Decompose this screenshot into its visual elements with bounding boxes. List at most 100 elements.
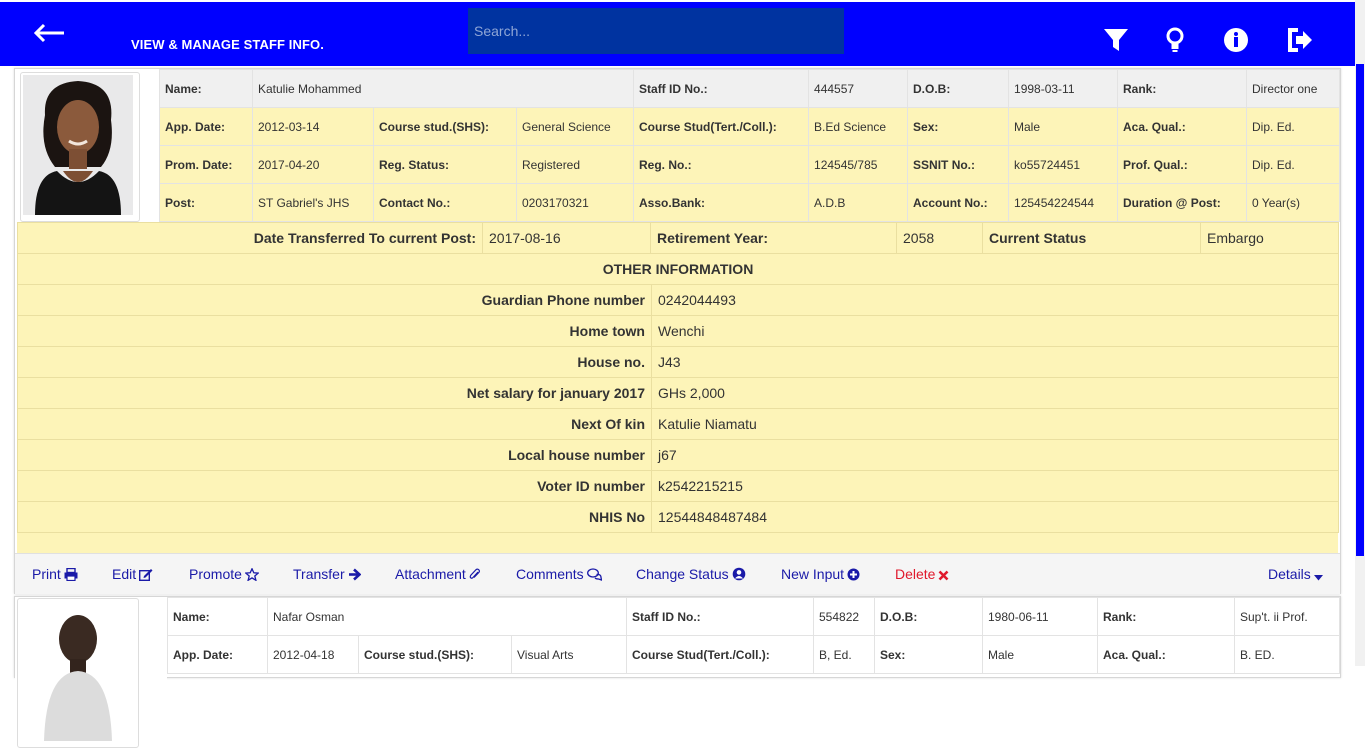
other-info-value: 12544848487484 [651,501,1339,533]
course-tert-value: B.Ed Science [808,107,909,146]
transfer-label: Transfer [293,566,345,582]
duration-value: 0 Year(s) [1246,183,1341,222]
prof-qual-label: Prof. Qual.: [1117,145,1248,184]
contact-label: Contact No.: [373,183,517,222]
other-info-value: Wenchi [651,315,1339,347]
page-title: VIEW & MANAGE STAFF INFO. [131,37,324,52]
other-info-row: Home town Wenchi [17,315,1339,347]
staff-id-label: Staff ID No.: [633,69,810,108]
other-info-row: House no. J43 [17,346,1339,378]
other-info-value: Katulie Niamatu [651,408,1339,440]
course-shs-label: Course stud.(SHS): [358,635,512,674]
sex-label: Sex: [874,635,983,674]
reg-status-value: Registered [515,145,635,184]
info-icon[interactable] [1222,26,1250,54]
logout-icon[interactable] [1286,26,1314,54]
rank-value: Director one [1246,69,1341,108]
other-info-label: Next Of kin [17,408,652,440]
edit-button[interactable]: Edit [112,566,153,582]
filter-icon[interactable] [1102,26,1130,54]
app-date-value: 2012-03-14 [252,107,374,146]
plus-circle-icon [847,568,860,581]
spacer [17,533,1338,553]
aca-qual-label: Aca. Qual.: [1117,107,1248,146]
retirement-value: 2058 [896,222,983,254]
name-label: Name: [159,69,253,108]
change-status-button[interactable]: Change Status [636,566,746,582]
name-value: Nafar Osman [267,597,627,636]
staff-details-table: Name: Katulie Mohammed Staff ID No.: 444… [159,69,1341,222]
transfer-button[interactable]: Transfer [293,566,362,582]
other-info-row: Voter ID number k2542215215 [17,470,1339,502]
details-row: Name: Nafar Osman Staff ID No.: 554822 D… [167,597,1340,636]
search-input[interactable] [468,8,844,54]
attachment-button[interactable]: Attachment [395,566,481,582]
duration-label: Duration @ Post: [1117,183,1248,222]
reg-no-value: 124545/785 [808,145,909,184]
delete-button[interactable]: Delete [895,566,949,582]
sex-label: Sex: [907,107,1010,146]
promote-button[interactable]: Promote [189,566,260,582]
staff-photo-image [20,601,132,741]
other-info-value: j67 [651,439,1339,471]
current-status-value: Embargo [1200,222,1339,254]
staff-photo[interactable] [17,598,139,748]
new-input-button[interactable]: New Input [781,566,860,582]
caret-down-icon [1313,575,1323,581]
app-header: VIEW & MANAGE STAFF INFO. [0,2,1355,66]
rank-label: Rank: [1097,597,1235,636]
sex-value: Male [982,635,1098,674]
print-label: Print [32,566,61,582]
app-date-value: 2012-04-18 [267,635,359,674]
ssnit-value: ko55724451 [1008,145,1119,184]
bank-value: A.D.B [808,183,909,222]
delete-label: Delete [895,566,936,582]
other-info-table: OTHER INFORMATION Guardian Phone number … [17,253,1339,533]
other-info-value: k2542215215 [651,470,1339,502]
other-info-value: GHs 2,000 [651,377,1339,409]
staff-id-label: Staff ID No.: [626,597,814,636]
details-dropdown[interactable]: Details [1268,566,1323,582]
other-info-row: Local house number j67 [17,439,1339,471]
user-circle-icon [732,567,745,581]
staff-details-table: Name: Nafar Osman Staff ID No.: 554822 D… [167,597,1340,674]
course-tert-value: B, Ed. [813,635,875,674]
comments-label: Comments [516,566,584,582]
account-value: 125454224544 [1008,183,1119,222]
details-row: App. Date: 2012-04-18 Course stud.(SHS):… [167,635,1340,674]
edit-icon [139,569,153,582]
scrollbar-thumb[interactable] [1356,64,1364,556]
edit-label: Edit [112,566,137,582]
print-button[interactable]: Print [32,566,78,582]
attachment-label: Attachment [395,566,466,582]
prom-date-value: 2017-04-20 [252,145,374,184]
staff-card: Name: Katulie Mohammed Staff ID No.: 444… [14,68,1341,594]
promote-label: Promote [189,566,242,582]
comments-icon [586,568,603,581]
aca-qual-value: B. ED. [1234,635,1340,674]
sex-value: Male [1008,107,1119,146]
lightbulb-icon[interactable] [1161,26,1189,54]
details-row: Post: ST Gabriel's JHS Contact No.: 0203… [159,183,1341,222]
other-info-row: Guardian Phone number 0242044493 [17,284,1339,316]
other-info-label: Home town [17,315,652,347]
app-date-label: App. Date: [167,635,268,674]
staff-photo[interactable] [20,72,140,222]
other-info-label: NHIS No [17,501,652,533]
other-info-label: House no. [17,346,652,378]
other-info-row: Next Of kin Katulie Niamatu [17,408,1339,440]
reg-status-label: Reg. Status: [373,145,517,184]
other-info-label: Guardian Phone number [17,284,652,316]
details-label: Details [1268,566,1311,582]
course-shs-label: Course stud.(SHS): [373,107,517,146]
other-info-heading: OTHER INFORMATION [17,253,1339,285]
transfer-table: Date Transferred To current Post: 2017-0… [17,222,1339,254]
contact-value: 0203170321 [515,183,635,222]
comments-button[interactable]: Comments [516,566,603,582]
course-shs-value: Visual Arts [511,635,627,674]
course-tert-label: Course Stud(Tert./Coll.): [626,635,814,674]
back-arrow-icon[interactable] [34,22,66,44]
course-tert-label: Course Stud(Tert./Coll.): [633,107,810,146]
other-info-row: Net salary for january 2017 GHs 2,000 [17,377,1339,409]
other-info-label: Voter ID number [17,470,652,502]
